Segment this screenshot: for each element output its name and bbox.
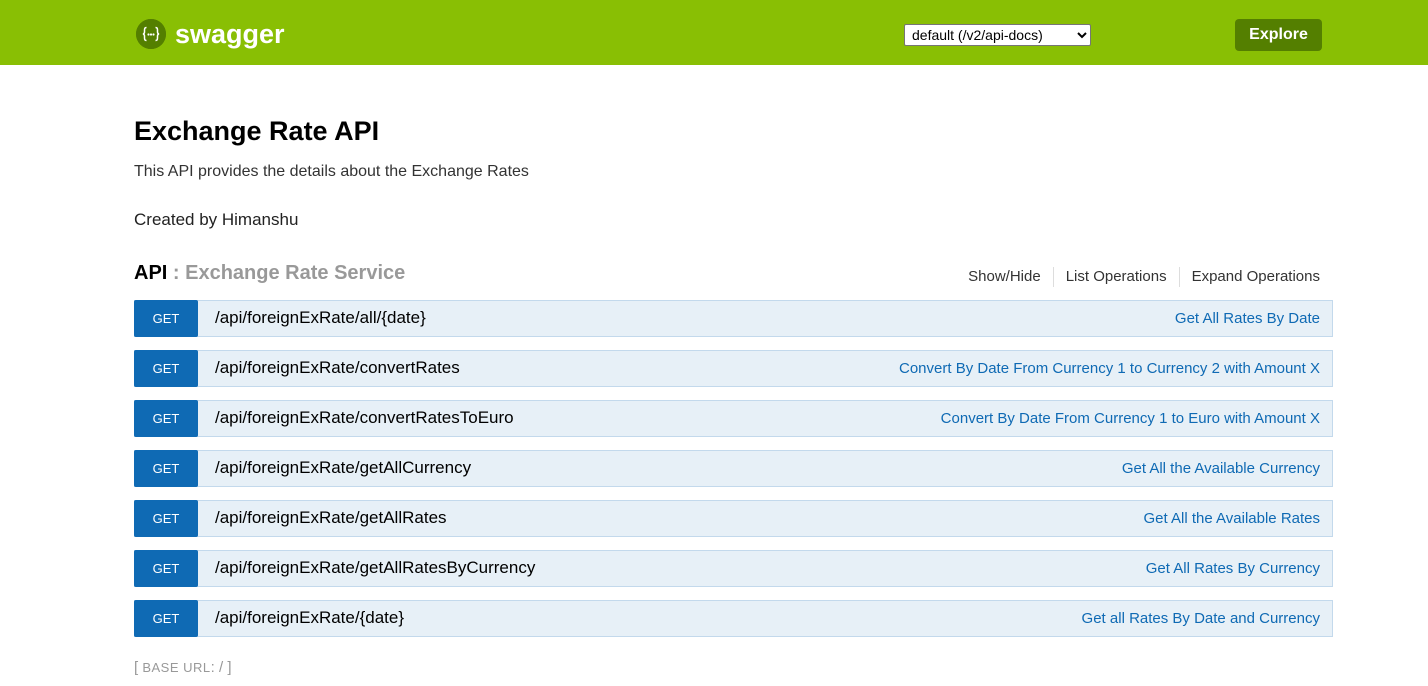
base-url-close-bracket: ] [227, 659, 232, 676]
top-header-bar: swagger default (/v2/api-docs) Explore [0, 0, 1428, 65]
swagger-logo-icon [136, 19, 166, 49]
resource-separator: : [167, 262, 186, 284]
operation-row[interactable]: GET /api/foreignExRate/all/{date} Get Al… [134, 300, 1333, 337]
api-spec-select[interactable]: default (/v2/api-docs) [904, 24, 1091, 46]
get-method-badge[interactable]: GET [134, 600, 198, 637]
operation-row[interactable]: GET /api/foreignExRate/convertRates Conv… [134, 350, 1333, 387]
explore-button[interactable]: Explore [1235, 19, 1322, 51]
operation-row[interactable]: GET /api/foreignExRate/convertRatesToEur… [134, 400, 1333, 437]
expand-operations-link[interactable]: Expand Operations [1180, 267, 1320, 287]
curly-braces-icon [136, 19, 166, 49]
logo-text: swagger [175, 19, 285, 49]
operation-summary[interactable]: Get all Rates By Date and Currency [1082, 601, 1320, 636]
resource-heading[interactable]: API : Exchange Rate Service [134, 261, 405, 285]
operation-summary[interactable]: Get All Rates By Currency [1146, 551, 1320, 586]
operation-path[interactable]: /api/foreignExRate/getAllRatesByCurrency [215, 551, 535, 586]
swagger-logo[interactable]: swagger [136, 19, 285, 49]
get-method-badge[interactable]: GET [134, 350, 198, 387]
operations-list: GET /api/foreignExRate/all/{date} Get Al… [134, 300, 1333, 650]
api-title: Exchange Rate API [134, 116, 380, 146]
base-url-label: BASE URL [142, 660, 211, 675]
get-method-badge[interactable]: GET [134, 550, 198, 587]
base-url: [ BASE URL: / ] [134, 658, 232, 678]
list-operations-link[interactable]: List Operations [1054, 267, 1180, 287]
operation-row[interactable]: GET /api/foreignExRate/getAllCurrency Ge… [134, 450, 1333, 487]
operation-row[interactable]: GET /api/foreignExRate/{date} Get all Ra… [134, 600, 1333, 637]
operation-path[interactable]: /api/foreignExRate/getAllRates [215, 501, 447, 536]
operation-summary[interactable]: Get All the Available Rates [1144, 501, 1321, 536]
resource-name[interactable]: Exchange Rate Service [185, 262, 405, 284]
api-created-by: Created by Himanshu [134, 210, 299, 229]
api-description: This API provides the details about the … [134, 163, 529, 180]
get-method-badge[interactable]: GET [134, 400, 198, 437]
operation-summary[interactable]: Get All Rates By Date [1175, 301, 1320, 336]
operation-row[interactable]: GET /api/foreignExRate/getAllRatesByCurr… [134, 550, 1333, 587]
operation-path[interactable]: /api/foreignExRate/convertRates [215, 351, 460, 386]
operation-path[interactable]: /api/foreignExRate/convertRatesToEuro [215, 401, 514, 436]
operation-path[interactable]: /api/foreignExRate/all/{date} [215, 301, 426, 336]
get-method-badge[interactable]: GET [134, 500, 198, 537]
operation-path[interactable]: /api/foreignExRate/{date} [215, 601, 404, 636]
operation-summary[interactable]: Convert By Date From Currency 1 to Curre… [899, 351, 1320, 386]
show-hide-link[interactable]: Show/Hide [956, 267, 1054, 287]
resource-options: Show/Hide List Operations Expand Operati… [956, 267, 1320, 287]
get-method-badge[interactable]: GET [134, 300, 198, 337]
get-method-badge[interactable]: GET [134, 450, 198, 487]
operation-row[interactable]: GET /api/foreignExRate/getAllRates Get A… [134, 500, 1333, 537]
base-url-value: : / [210, 659, 228, 676]
operation-summary[interactable]: Convert By Date From Currency 1 to Euro … [941, 401, 1320, 436]
resource-prefix: API [134, 262, 168, 284]
operation-path[interactable]: /api/foreignExRate/getAllCurrency [215, 451, 471, 486]
operation-summary[interactable]: Get All the Available Currency [1122, 451, 1320, 486]
